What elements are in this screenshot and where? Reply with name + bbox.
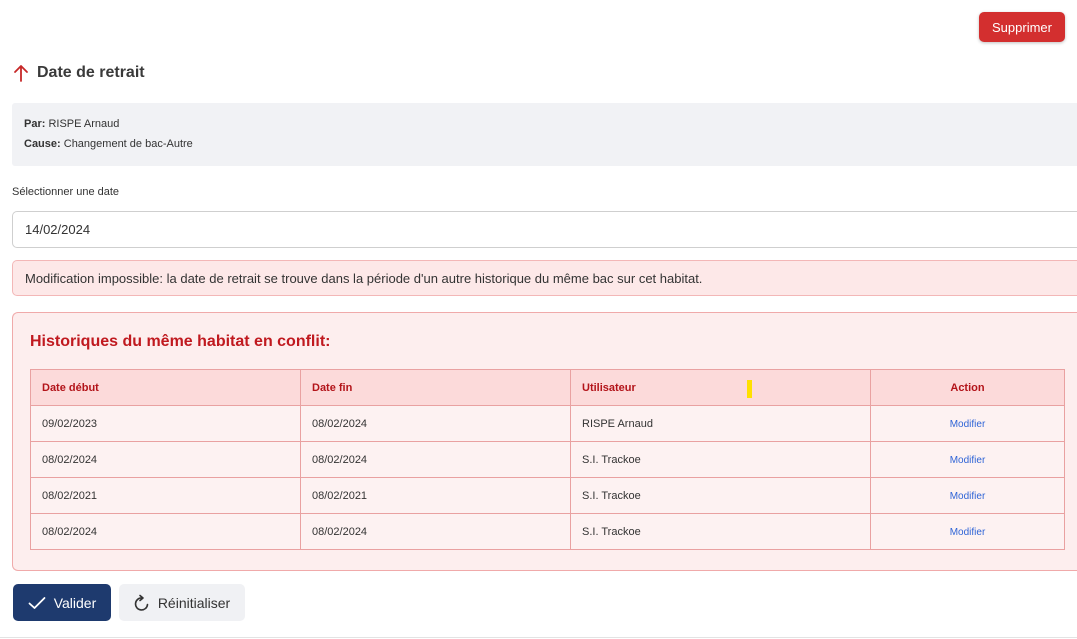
submit-label: Valider bbox=[53, 594, 97, 611]
conflict-table: Date début Date fin Utilisateur Action 0… bbox=[30, 369, 1065, 550]
info-cause: Cause: Changement de bac-Autre bbox=[24, 138, 193, 150]
table-row: 08/02/2021 08/02/2021 S.I. Trackoe Modif… bbox=[30, 477, 1065, 514]
edit-link[interactable]: Modifier bbox=[950, 491, 986, 502]
date-input[interactable] bbox=[12, 211, 1077, 248]
cell-start-date: 08/02/2021 bbox=[30, 477, 301, 514]
cell-end-date: 08/02/2024 bbox=[300, 441, 571, 478]
table-row: 08/02/2024 08/02/2024 S.I. Trackoe Modif… bbox=[30, 441, 1065, 478]
cell-end-date: 08/02/2024 bbox=[300, 405, 571, 442]
par-value: RISPE Arnaud bbox=[48, 118, 120, 130]
column-header-action: Action bbox=[870, 369, 1065, 406]
page-title: Date de retrait bbox=[37, 64, 145, 81]
cell-user: S.I. Trackoe bbox=[570, 441, 871, 478]
column-header-start: Date début bbox=[30, 369, 301, 406]
par-label: Par: bbox=[24, 118, 46, 130]
table-row: 08/02/2024 08/02/2024 S.I. Trackoe Modif… bbox=[30, 513, 1065, 550]
cell-start-date: 08/02/2024 bbox=[30, 441, 301, 478]
cell-action: Modifier bbox=[870, 513, 1065, 550]
edit-link[interactable]: Modifier bbox=[950, 527, 986, 538]
conflict-title: Historiques du même habitat en conflit: bbox=[30, 333, 331, 350]
delete-button[interactable]: Supprimer bbox=[979, 12, 1065, 42]
check-icon bbox=[28, 596, 46, 609]
info-par: Par: RISPE Arnaud bbox=[24, 118, 119, 130]
cell-user: S.I. Trackoe bbox=[570, 477, 871, 514]
bottom-divider bbox=[0, 637, 1077, 638]
cell-action: Modifier bbox=[870, 477, 1065, 514]
conflict-panel: Historiques du même habitat en conflit: … bbox=[12, 312, 1077, 571]
cell-start-date: 08/02/2024 bbox=[30, 513, 301, 550]
cell-start-date: 09/02/2023 bbox=[30, 405, 301, 442]
cell-user: RISPE Arnaud bbox=[570, 405, 871, 442]
withdrawal-date-panel: Supprimer Date de retrait Par: RISPE Arn… bbox=[0, 0, 1077, 639]
cell-end-date: 08/02/2024 bbox=[300, 513, 571, 550]
cell-end-date: 08/02/2021 bbox=[300, 477, 571, 514]
table-row: 09/02/2023 08/02/2024 RISPE Arnaud Modif… bbox=[30, 405, 1065, 442]
cause-label: Cause: bbox=[24, 138, 61, 150]
cell-action: Modifier bbox=[870, 441, 1065, 478]
edit-link[interactable]: Modifier bbox=[950, 455, 986, 466]
date-field-label: Sélectionner une date bbox=[12, 186, 120, 198]
error-banner: Modification impossible: la date de retr… bbox=[12, 260, 1077, 296]
refresh-icon bbox=[134, 594, 149, 611]
edit-link[interactable]: Modifier bbox=[950, 419, 986, 430]
text-cursor-marker bbox=[747, 380, 752, 398]
arrow-up-icon bbox=[14, 65, 28, 82]
reset-label: Réinitialiser bbox=[157, 594, 231, 611]
cell-user: S.I. Trackoe bbox=[570, 513, 871, 550]
table-header-row: Date début Date fin Utilisateur Action bbox=[30, 369, 1065, 406]
column-header-end: Date fin bbox=[300, 369, 571, 406]
reset-button[interactable]: Réinitialiser bbox=[119, 584, 245, 621]
cause-value: Changement de bac-Autre bbox=[63, 138, 193, 150]
cell-action: Modifier bbox=[870, 405, 1065, 442]
column-header-user: Utilisateur bbox=[570, 369, 871, 406]
info-box: Par: RISPE Arnaud Cause: Changement de b… bbox=[12, 103, 1077, 166]
submit-button[interactable]: Valider bbox=[13, 584, 111, 621]
section-header: Date de retrait bbox=[12, 60, 145, 86]
error-message: Modification impossible: la date de retr… bbox=[25, 270, 703, 286]
